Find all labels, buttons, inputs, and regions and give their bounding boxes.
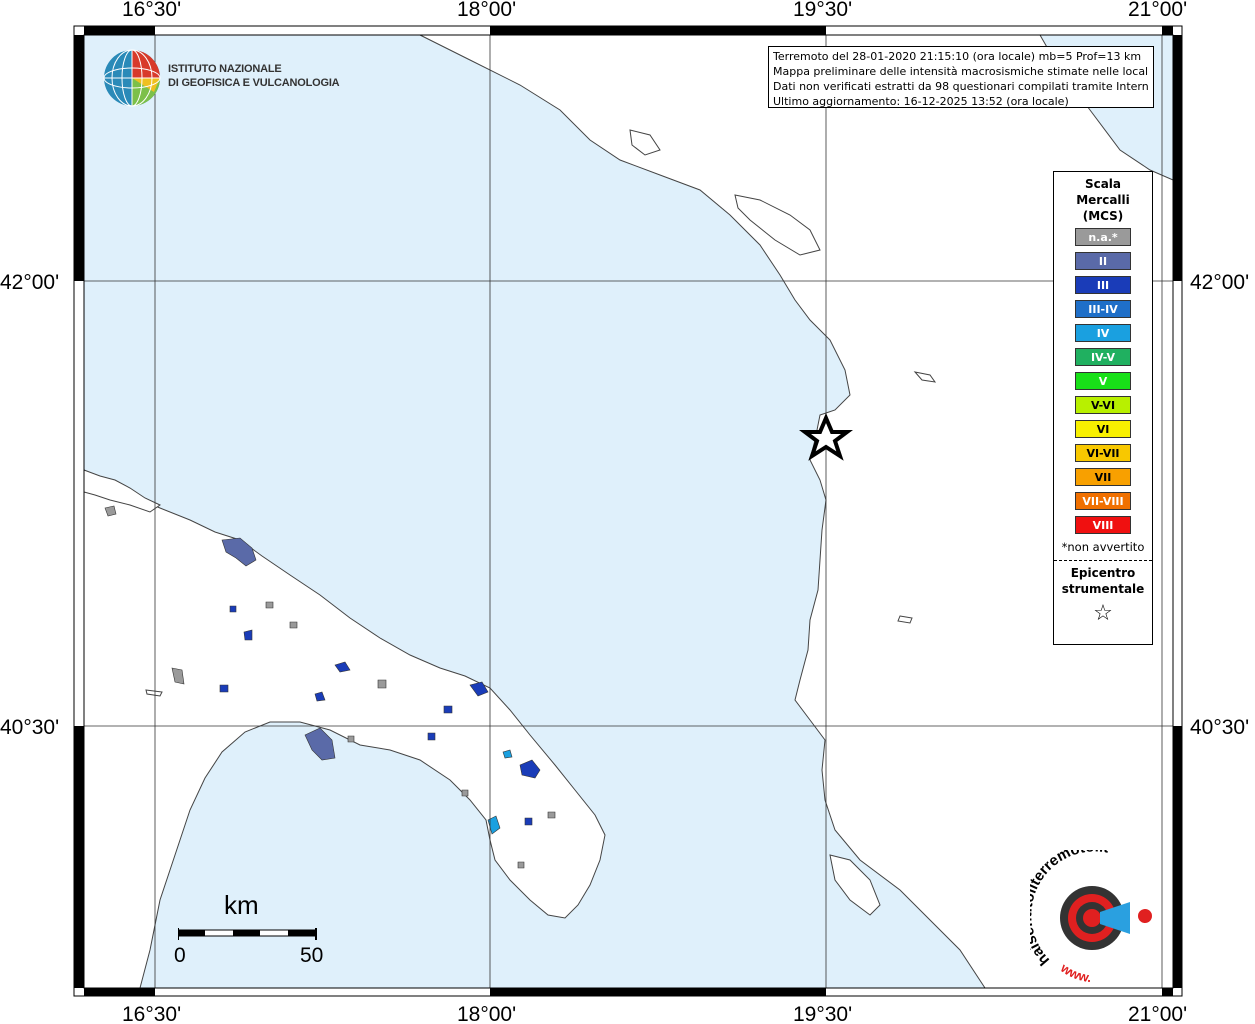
ingv-logo-text: ISTITUTO NAZIONALE DI GEOFISICA E VULCAN… <box>168 62 340 90</box>
municipality <box>265 601 274 609</box>
scale-end: 50 <box>300 944 324 967</box>
top-label-4: 21°00' <box>1128 0 1187 21</box>
earthquake-info-box: Terremoto del 28-01-2020 21:15:10 (ora l… <box>768 46 1154 108</box>
legend-item: VIII <box>1075 516 1131 534</box>
ingv-line2: DI GEOFISICA E VULCANOLOGIA <box>168 77 340 89</box>
info-line-4: Ultimo aggiornamento: 16-12-2025 13:52 (… <box>773 95 1069 108</box>
scale-start: 0 <box>174 944 186 967</box>
right-label-2: 40°30' <box>1190 716 1249 739</box>
legend-title-line3: (MCS) <box>1082 209 1124 223</box>
hst-logo-graphic: haisentitoilterremoto.it www. <box>1018 838 1152 985</box>
legend-item: VII <box>1075 468 1131 486</box>
globe-icon <box>103 49 161 107</box>
legend-epicenter-label: Epicentro strumentale <box>1054 565 1152 597</box>
top-label-2: 18°00' <box>457 0 516 21</box>
municipality <box>517 861 525 869</box>
legend-item: VII-VIII <box>1075 492 1131 510</box>
info-line-3: Dati non verificati estratti da 98 quest… <box>773 80 1149 93</box>
municipality <box>547 811 556 819</box>
municipality <box>347 735 355 743</box>
info-line-2: Mappa preliminare delle intensità macros… <box>773 65 1149 78</box>
legend-item: III-IV <box>1075 300 1131 318</box>
scale-bar: km 0 50 <box>172 890 332 970</box>
legend-epicenter-line2: strumentale <box>1061 582 1145 596</box>
legend-item: VI <box>1075 420 1131 438</box>
legend-item: V-VI <box>1075 396 1131 414</box>
legend-item: IV <box>1075 324 1131 342</box>
municipality <box>289 621 298 629</box>
municipality <box>377 679 387 689</box>
top-label-1: 16°30' <box>122 0 181 21</box>
ingv-line1: ISTITUTO NAZIONALE <box>168 63 282 75</box>
info-line-1: Terremoto del 28-01-2020 21:15:10 (ora l… <box>773 50 1142 63</box>
legend-item: II <box>1075 252 1131 270</box>
municipality <box>461 789 469 797</box>
right-label-1: 42°00' <box>1190 271 1249 294</box>
legend-items: n.a.* II III III-IV IV IV-V V V-VI VI VI-VII VII VI… <box>1054 228 1152 534</box>
legend-item: VI-VII <box>1075 444 1131 462</box>
top-label-3: 19°30' <box>793 0 852 21</box>
municipality <box>427 732 436 741</box>
hst-logo-prefix: www. <box>1057 960 1092 985</box>
hst-logo: haisentitoilterremoto.it www. <box>1018 838 1165 985</box>
legend-item: n.a.* <box>1075 228 1131 246</box>
legend-item: III <box>1075 276 1131 294</box>
legend-epicenter-line1: Epicentro <box>1070 566 1136 580</box>
left-label-1: 42°00' <box>0 271 59 294</box>
municipality <box>443 705 453 714</box>
legend-title: Scala Mercalli (MCS) <box>1054 176 1152 224</box>
legend-title-line2: Mercalli <box>1076 193 1130 207</box>
bottom-label-4: 21°00' <box>1128 1003 1187 1024</box>
legend-note: *non avvertito <box>1061 540 1145 554</box>
bottom-label-1: 16°30' <box>122 1003 181 1024</box>
legend-separator <box>1054 560 1152 561</box>
legend-title-line1: Scala <box>1084 177 1122 191</box>
municipality <box>243 629 253 641</box>
legend-item: IV-V <box>1075 348 1131 366</box>
legend-item: V <box>1075 372 1131 390</box>
scale-bar-graphic <box>178 928 317 940</box>
municipality <box>229 605 237 613</box>
scale-unit: km <box>224 890 259 920</box>
legend-star-icon: ☆ <box>1093 601 1113 626</box>
mcs-legend: Scala Mercalli (MCS) n.a.* II III III-IV IV I… <box>1053 171 1153 645</box>
left-label-2: 40°30' <box>0 716 59 739</box>
ingv-logo: ISTITUTO NAZIONALE DI GEOFISICA E VULCAN… <box>100 46 340 110</box>
municipality <box>524 817 533 826</box>
municipality <box>219 684 229 693</box>
bottom-label-2: 18°00' <box>457 1003 516 1024</box>
bottom-label-3: 19°30' <box>793 1003 852 1024</box>
